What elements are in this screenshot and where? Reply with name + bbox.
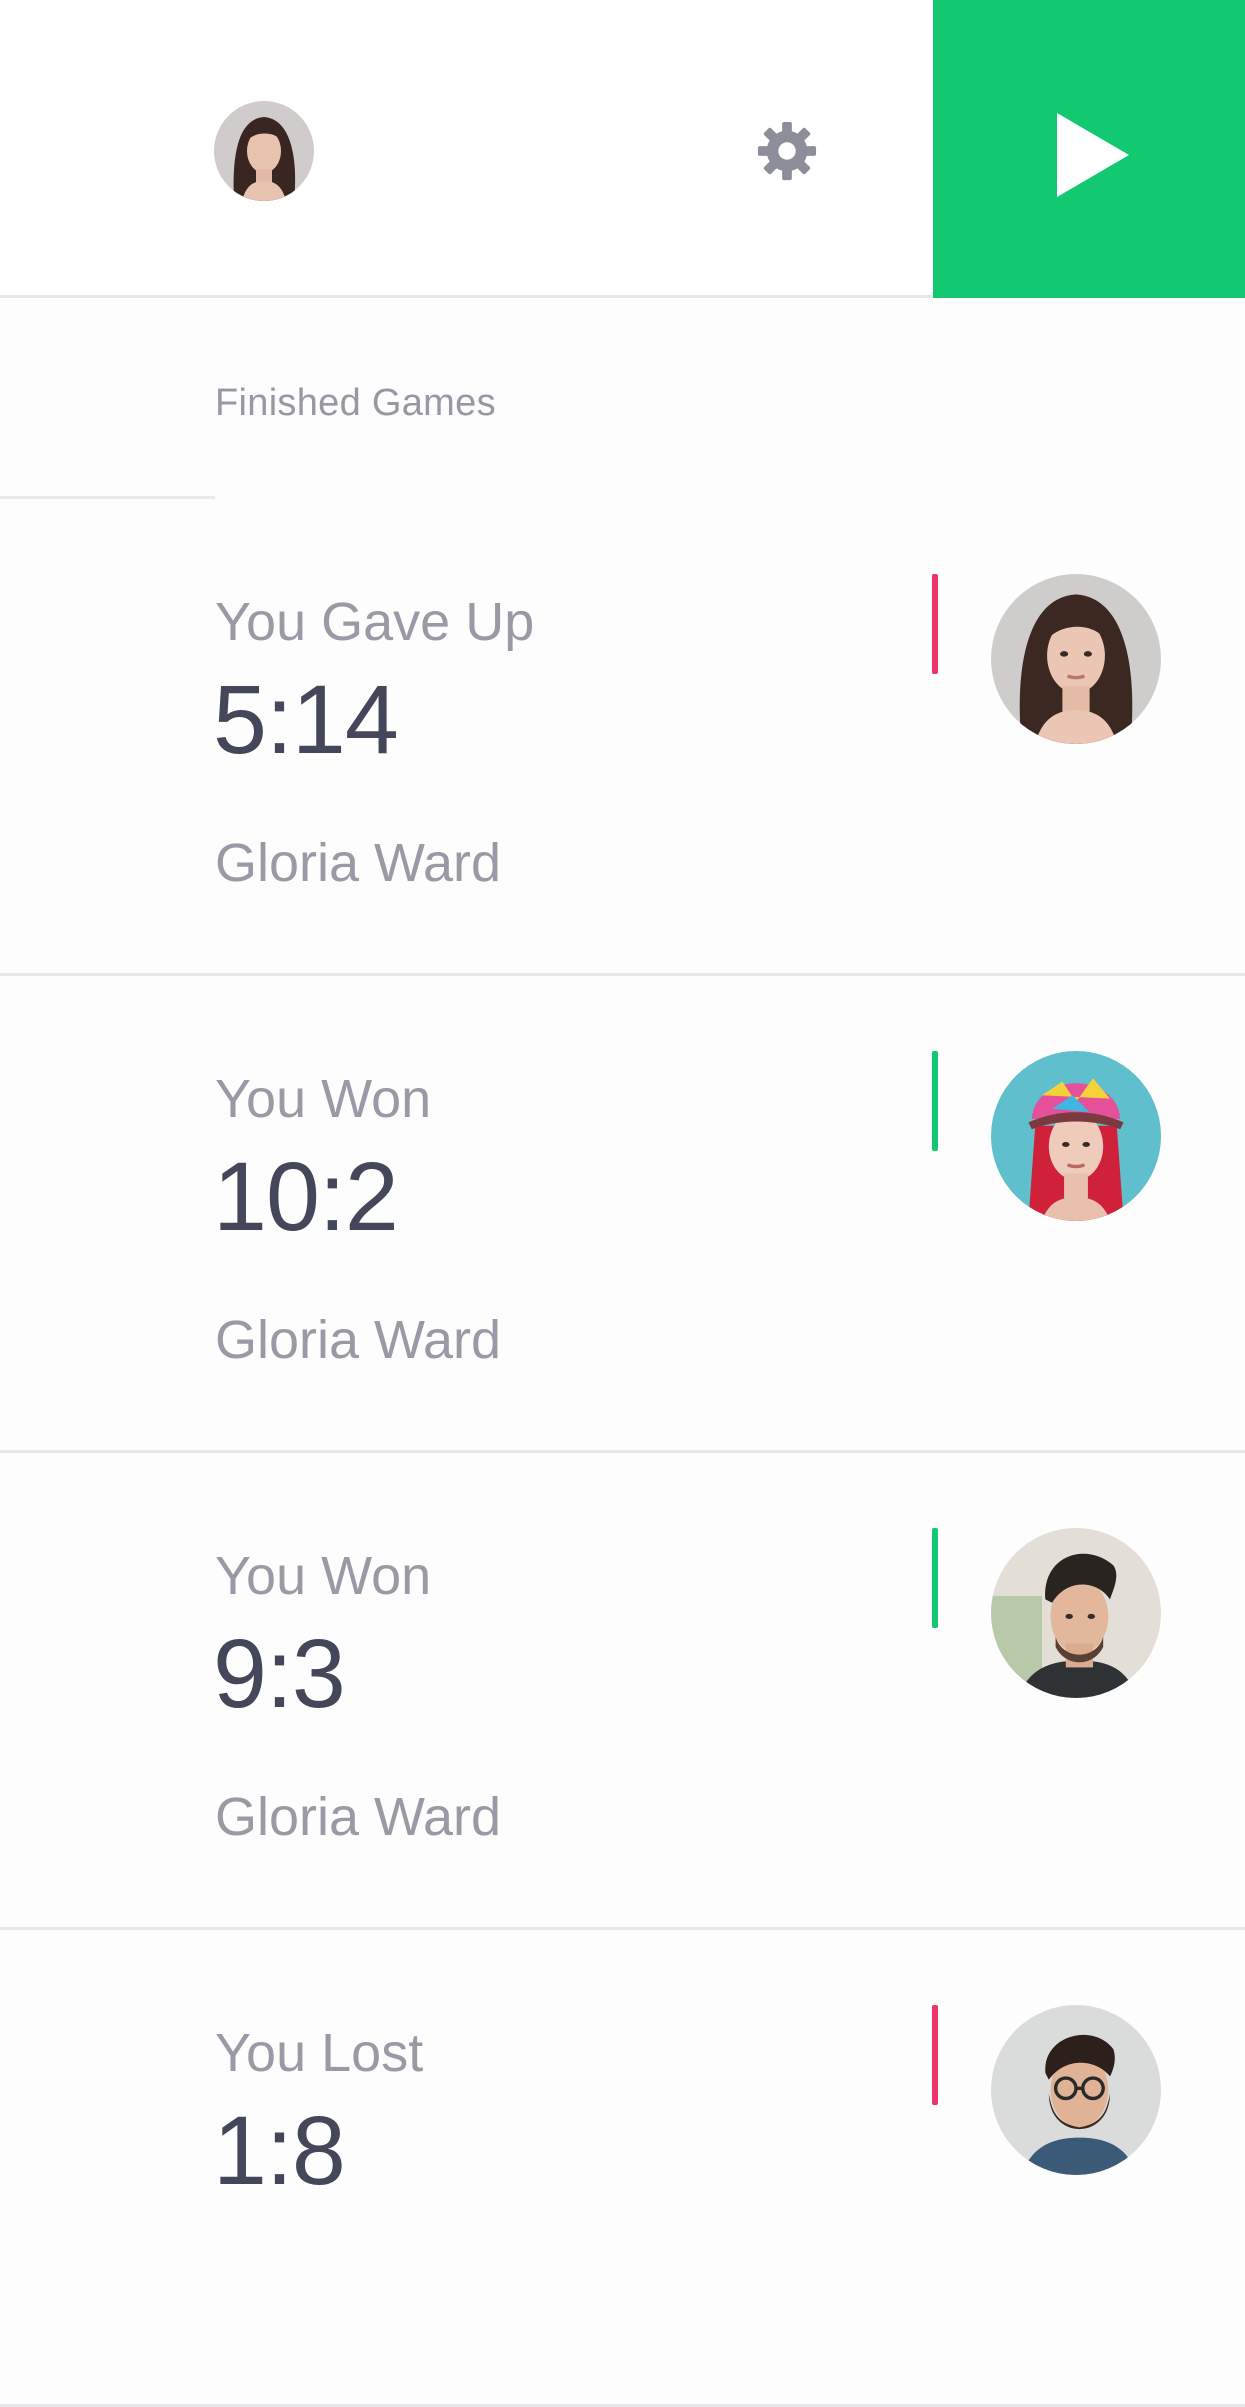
game-status: You Lost (215, 2023, 424, 2083)
game-row[interactable]: You Gave Up 5:14 Gloria Ward (0, 499, 1245, 976)
top-bar (0, 0, 1245, 298)
game-status: You Won (215, 1069, 432, 1129)
result-indicator (932, 1051, 938, 1151)
man-beard-glasses-avatar-icon (991, 2005, 1161, 2175)
opponent-avatar (991, 1051, 1161, 1221)
opponent-avatar (991, 1528, 1161, 1698)
opponent-name: Gloria Ward (215, 1310, 502, 1370)
finished-games-list: You Gave Up 5:14 Gloria Ward You Won 10:… (0, 499, 1245, 2407)
opponent-avatar (991, 2005, 1161, 2175)
result-indicator (932, 2005, 938, 2105)
game-status: You Gave Up (215, 592, 535, 652)
gear-icon (757, 121, 817, 181)
play-button[interactable] (933, 0, 1245, 298)
opponent-name: Gloria Ward (215, 833, 502, 893)
game-row[interactable]: You Won 9:3 Gloria Ward (0, 1453, 1245, 1930)
game-status: You Won (215, 1546, 432, 1606)
result-indicator (932, 574, 938, 674)
game-score: 1:8 (213, 2096, 346, 2205)
game-score: 9:3 (213, 1619, 346, 1728)
woman-dark-hair-avatar-icon (991, 574, 1161, 744)
game-score: 10:2 (213, 1142, 399, 1251)
result-indicator (932, 1528, 938, 1628)
man-quiff-avatar-icon (991, 1528, 1161, 1698)
profile-avatar[interactable] (214, 101, 314, 201)
settings-button[interactable] (756, 120, 818, 182)
game-row[interactable]: You Won 10:2 Gloria Ward (0, 976, 1245, 1453)
game-row[interactable]: You Lost 1:8 (0, 1930, 1245, 2407)
opponent-avatar (991, 574, 1161, 744)
section-title: Finished Games (215, 382, 496, 424)
woman-red-hair-cap-avatar-icon (991, 1051, 1161, 1221)
game-score: 5:14 (213, 665, 399, 774)
play-icon (1057, 113, 1129, 197)
user-avatar-icon (214, 101, 314, 201)
opponent-name: Gloria Ward (215, 1787, 502, 1847)
